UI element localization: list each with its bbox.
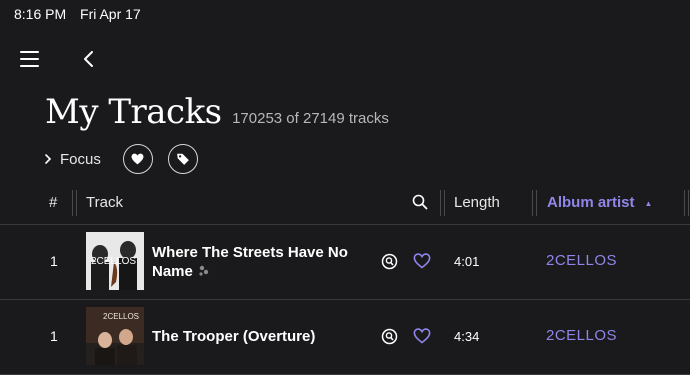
status-time: 8:16 PM	[14, 6, 67, 22]
table-header: # Track Length Album artist ▲	[0, 186, 690, 225]
track-length: 4:01	[454, 254, 480, 269]
album-art: 2CELLOS	[86, 307, 144, 365]
page-title: My Tracks	[45, 92, 222, 132]
filter-bar: Focus	[44, 144, 198, 174]
track-info-icon[interactable]	[381, 253, 398, 275]
status-bar: 8:16 PM Fri Apr 17	[14, 6, 151, 22]
track-title-text: The Trooper (Overture)	[152, 328, 316, 345]
back-chevron-icon[interactable]	[82, 48, 94, 75]
track-length: 4:34	[454, 329, 480, 344]
page-header: My Tracks 170253 of 27149 tracks	[45, 92, 389, 132]
heart-icon	[131, 153, 144, 165]
column-divider[interactable]	[440, 190, 445, 216]
track-number: 1	[50, 253, 58, 269]
column-track[interactable]: Track	[86, 194, 123, 211]
track-title[interactable]: The Trooper (Overture)	[152, 327, 367, 346]
track-number: 1	[50, 328, 58, 344]
column-divider[interactable]	[532, 190, 537, 216]
remaster-icon	[197, 263, 210, 282]
column-album-artist-label: Album artist	[547, 194, 635, 211]
table-row[interactable]: 1 2CELLOS Where The Streets Have No Name…	[0, 225, 690, 300]
status-date: Fri Apr 17	[80, 6, 141, 22]
favorite-heart-icon[interactable]	[413, 328, 431, 349]
track-title[interactable]: Where The Streets Have No Name	[152, 243, 367, 282]
focus-toggle[interactable]: Focus	[44, 151, 101, 168]
album-art: 2CELLOS	[86, 232, 144, 290]
column-length[interactable]: Length	[454, 194, 500, 211]
tag-filter-button[interactable]	[167, 144, 198, 174]
album-artist-link[interactable]: 2CELLOS	[546, 252, 617, 269]
favorites-filter-button[interactable]	[122, 144, 153, 174]
column-divider[interactable]	[684, 190, 689, 216]
album-art-text: 2CELLOS	[103, 312, 139, 321]
track-title-text: Where The Streets Have No Name	[152, 244, 348, 280]
album-art-text: 2CELLOS	[91, 256, 136, 267]
sort-ascending-icon: ▲	[644, 198, 653, 208]
track-count: 170253 of 27149 tracks	[232, 110, 389, 127]
favorite-heart-icon[interactable]	[413, 253, 431, 274]
track-info-icon[interactable]	[381, 328, 398, 350]
column-album-artist[interactable]: Album artist ▲	[547, 194, 652, 211]
album-artist-link[interactable]: 2CELLOS	[546, 327, 617, 344]
chevron-right-icon	[45, 154, 52, 164]
table-row[interactable]: 1 2CELLOS The Trooper (Overture) 4:34 2C…	[0, 300, 690, 375]
top-nav	[20, 48, 140, 72]
column-number[interactable]: #	[49, 194, 57, 211]
focus-label: Focus	[60, 150, 101, 168]
column-divider[interactable]	[72, 190, 77, 216]
search-icon[interactable]	[412, 194, 428, 214]
tag-icon	[177, 153, 189, 165]
menu-icon[interactable]	[20, 51, 39, 67]
